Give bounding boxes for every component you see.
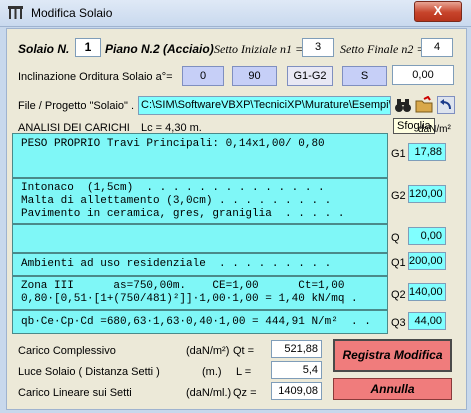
qz-symbol: Qz = — [233, 387, 257, 399]
g1-value-field[interactable]: 17,88 — [408, 143, 446, 161]
setto-iniziale-field[interactable]: 3 — [302, 38, 334, 57]
l-value-field[interactable]: 5,4 — [271, 361, 322, 379]
carico-complessivo-label: Carico Complessivo — [18, 345, 116, 357]
file-path-field[interactable]: C:\SIM\SoftwareVBXP\TecniciXP\Murature\E… — [138, 96, 391, 115]
q3-value-field[interactable]: 44,00 — [408, 312, 446, 330]
g1-line-1: PESO PROPRIO Travi Principali: 0,14x1,00… — [21, 138, 325, 150]
registra-modifica-button[interactable]: Registra Modifica — [333, 339, 452, 372]
q1-description-box[interactable]: Ambienti ad uso residenziale . . . . . .… — [12, 253, 388, 276]
carico-lineare-label: Carico Lineare sui Setti — [18, 387, 132, 399]
g2-line-2: Malta di allettamento (3,0cm) . . . . . … — [21, 195, 332, 207]
title-bar: Modifica Solaio X — [0, 0, 471, 27]
q1-label: Q1 — [391, 257, 406, 269]
q2-description-box[interactable]: Zona III as=750,00m. CE=1,00 Ct=1,00 0,8… — [12, 276, 388, 310]
q1-line-1: Ambienti ad uso residenziale . . . . . .… — [21, 258, 332, 270]
s-button[interactable]: S — [342, 66, 387, 86]
q3-line-1: qb·Ce·Cp·Cd =680,63·1,63·0,40·1,00 = 444… — [21, 316, 371, 328]
l-symbol: L = — [236, 366, 252, 378]
binoculars-icon[interactable] — [394, 96, 412, 114]
setto-finale-label: Setto Finale n2 = — [340, 42, 425, 56]
app-icon — [8, 6, 23, 19]
q2-label: Q2 — [391, 289, 406, 301]
g2-value-field[interactable]: 120,00 — [408, 185, 446, 203]
q-description-box[interactable] — [12, 224, 388, 253]
folder-open-icon[interactable] — [415, 96, 433, 114]
g1-description-box[interactable]: PESO PROPRIO Travi Principali: 0,14x1,00… — [12, 133, 388, 178]
setto-finale-field[interactable]: 4 — [421, 38, 453, 57]
unit-label: daN/m² — [418, 124, 451, 135]
q2-value-field[interactable]: 140,00 — [408, 283, 446, 301]
g2-description-box[interactable]: Intonaco (1,5cm) . . . . . . . . . . . .… — [12, 178, 388, 224]
g1-g2-button[interactable]: G1-G2 — [287, 66, 333, 86]
qt-symbol: Qt = — [233, 345, 255, 357]
q2-line-1: Zona III as=750,00m. CE=1,00 Ct=1,00 — [21, 280, 345, 292]
q1-value-field[interactable]: 200,00 — [408, 252, 446, 270]
q3-label: Q3 — [391, 317, 406, 329]
angle-90-button[interactable]: 90 — [232, 66, 277, 86]
g2-label: G2 — [391, 190, 406, 202]
inclinazione-label: Inclinazione Orditura Solaio a°= — [18, 71, 173, 83]
annulla-button[interactable]: Annulla — [333, 378, 452, 400]
g2-line-1: Intonaco (1,5cm) . . . . . . . . . . . .… — [21, 182, 325, 194]
setto-iniziale-label: Setto Iniziale n1 = — [214, 42, 304, 56]
piano-label: Piano N.2 (Acciaio) — [105, 42, 214, 56]
undo-icon[interactable] — [437, 96, 455, 114]
window-title: Modifica Solaio — [31, 6, 113, 20]
file-label: File / Progetto "Solaio" . . — [18, 100, 141, 112]
angle-0-button[interactable]: 0 — [182, 66, 224, 86]
carico-complessivo-unit: (daN/m²) — [186, 345, 230, 357]
qz-value-field[interactable]: 1409,08 — [271, 382, 322, 400]
luce-solaio-label: Luce Solaio ( Distanza Setti ) — [18, 366, 160, 378]
q2-line-2: 0,80·[0,51·[1+(750/481)²]]·1,00·1,00 = 1… — [21, 293, 358, 305]
g1-label: G1 — [391, 148, 406, 160]
solaio-label: Solaio N. — [18, 42, 70, 56]
inclinazione-value-field[interactable]: 0,00 — [392, 65, 454, 85]
luce-solaio-unit: (m.) — [202, 366, 222, 378]
q-label: Q — [391, 232, 400, 244]
q3-description-box[interactable]: qb·Ce·Cp·Cd =680,63·1,63·0,40·1,00 = 444… — [12, 310, 388, 334]
g2-line-3: Pavimento in ceramica, gres, graniglia .… — [21, 208, 345, 220]
carico-lineare-unit: (daN/ml.) — [186, 387, 232, 399]
solaio-number-field[interactable]: 1 — [75, 38, 101, 57]
q-value-field[interactable]: 0,00 — [408, 227, 446, 245]
close-button[interactable]: X — [414, 1, 462, 22]
qt-value-field[interactable]: 521,88 — [271, 340, 322, 358]
